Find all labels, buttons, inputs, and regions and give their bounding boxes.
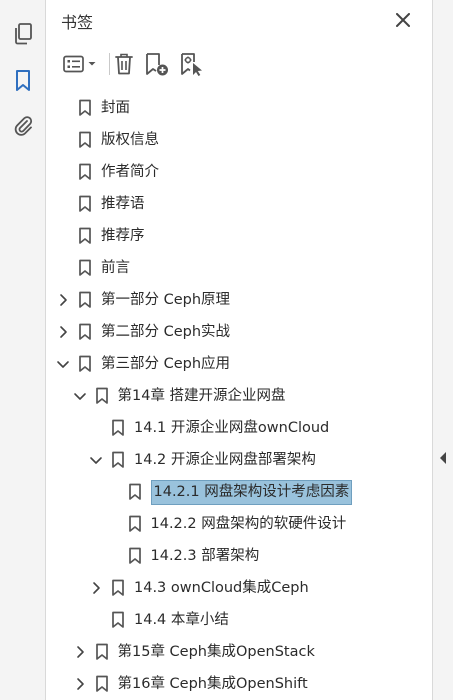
bookmark-icon	[79, 323, 91, 340]
bookmark-label: 14.2 开源企业网盘部署架构	[134, 452, 316, 468]
bookmark-label: 第16章 Ceph集成OpenShift	[117, 676, 308, 692]
bookmark-item[interactable]: 第二部分 Ceph实战	[46, 316, 432, 348]
bookmark-icon	[95, 675, 108, 692]
options-list-icon	[62, 55, 84, 73]
bookmark-item[interactable]: 14.1 开源企业网盘ownCloud	[46, 412, 432, 444]
bookmark-item[interactable]: 前言	[46, 252, 432, 284]
bookmark-item[interactable]: 14.3 ownCloud集成Ceph	[46, 572, 432, 604]
bookmark-item[interactable]: 第15章 Ceph集成OpenStack	[46, 636, 432, 668]
bookmark-icon	[95, 643, 108, 660]
bookmark-item[interactable]: 推荐语	[46, 188, 432, 220]
pane-divider[interactable]	[432, 0, 453, 700]
bookmark-label: 版权信息	[101, 132, 159, 148]
bookmark-icon	[112, 579, 124, 596]
bookmark-icon	[79, 227, 91, 244]
bookmark-icon	[128, 483, 141, 500]
bookmark-icon	[79, 99, 91, 116]
chevron-right-icon	[60, 326, 67, 338]
bookmark-label: 14.2.3 部署架构	[150, 548, 260, 564]
panel-title: 书签	[61, 13, 94, 32]
bookmark-icon	[79, 163, 91, 180]
bookmark-icon	[112, 451, 124, 468]
chevron-down-icon	[88, 62, 95, 66]
chevron-right-icon	[93, 582, 100, 594]
bookmark-icon	[79, 355, 91, 372]
expand-toggle-collapsed[interactable]	[73, 644, 87, 660]
bookmark-item[interactable]: 14.2.1 网盘架构设计考虑因素	[46, 476, 432, 508]
add-bookmark-icon	[146, 53, 168, 76]
bookmarks-button[interactable]	[9, 67, 37, 95]
bookmark-icon	[112, 419, 124, 436]
chevron-right-icon	[76, 646, 84, 658]
new-bookmark-from-structure-button[interactable]	[178, 50, 204, 78]
bookmark-item[interactable]: 第三部分 Ceph应用	[46, 348, 432, 380]
pages-icon	[15, 23, 32, 45]
bookmark-icon	[79, 259, 91, 276]
bookmark-label: 第15章 Ceph集成OpenStack	[117, 644, 315, 660]
bookmark-cursor-icon	[181, 53, 202, 76]
bookmark-item[interactable]: 14.2.3 部署架构	[46, 540, 432, 572]
trash-icon	[115, 53, 133, 75]
bookmark-label: 14.3 ownCloud集成Ceph	[134, 580, 309, 596]
expand-toggle-collapsed[interactable]	[56, 292, 70, 308]
bookmark-icon	[128, 515, 141, 532]
bookmark-label: 14.2.1 网盘架构设计考虑因素	[150, 480, 353, 505]
bookmark-label: 第一部分 Ceph原理	[101, 292, 231, 308]
bookmark-label: 14.4 本章小结	[134, 612, 229, 628]
bookmark-icon	[16, 70, 30, 91]
attachment-icon	[14, 116, 33, 136]
bookmark-item[interactable]: 14.4 本章小结	[46, 604, 432, 636]
bookmark-label: 14.1 开源企业网盘ownCloud	[134, 420, 330, 436]
panel-header: 书签	[46, 0, 432, 40]
bookmark-item[interactable]: 第一部分 Ceph原理	[46, 284, 432, 316]
chevron-down-icon	[90, 457, 102, 464]
bookmark-label: 前言	[101, 260, 130, 276]
bookmark-item[interactable]: 封面	[46, 92, 432, 124]
navigation-rail	[0, 0, 46, 700]
bookmark-label: 推荐序	[101, 228, 145, 244]
bookmarks-toolbar	[46, 40, 432, 86]
chevron-right-icon	[76, 678, 84, 690]
chevron-down-icon	[57, 361, 69, 368]
bookmark-icon	[128, 547, 141, 564]
bookmark-label: 第14章 搭建开源企业网盘	[117, 388, 286, 404]
delete-bookmark-button[interactable]	[112, 50, 136, 78]
toolbar-divider	[109, 53, 110, 75]
new-bookmark-button[interactable]	[144, 50, 170, 78]
chevron-down-icon	[73, 393, 86, 400]
chevron-right-icon	[60, 294, 67, 306]
bookmark-item[interactable]: 14.2 开源企业网盘部署架构	[46, 444, 432, 476]
options-menu-button[interactable]	[60, 50, 98, 78]
bookmark-label: 封面	[101, 100, 130, 116]
attachments-button[interactable]	[9, 112, 37, 140]
bookmark-label: 作者简介	[101, 164, 159, 180]
expand-toggle-expanded[interactable]	[89, 452, 103, 468]
expand-toggle-collapsed[interactable]	[89, 580, 103, 596]
page-thumbnails-button[interactable]	[9, 20, 37, 48]
collapse-panel-icon[interactable]	[438, 451, 448, 465]
expand-toggle-collapsed[interactable]	[73, 676, 87, 692]
bookmark-item[interactable]: 第16章 Ceph集成OpenShift	[46, 668, 432, 700]
bookmark-icon	[79, 291, 91, 308]
close-icon	[396, 13, 410, 27]
bookmark-icon	[79, 195, 91, 212]
expand-toggle-expanded[interactable]	[56, 356, 70, 372]
bookmark-label: 14.2.2 网盘架构的软硬件设计	[150, 516, 347, 532]
bookmark-icon	[112, 611, 124, 628]
close-button[interactable]	[392, 9, 414, 31]
bookmark-item[interactable]: 作者简介	[46, 156, 432, 188]
bookmark-label: 第三部分 Ceph应用	[101, 356, 231, 372]
bookmarks-panel: 书签 封面 版权信息 作者简介 推荐语 推荐序 前言 第一部分 Ceph原理 第…	[46, 0, 432, 700]
bookmark-label: 第二部分 Ceph实战	[101, 324, 231, 340]
bookmark-item[interactable]: 推荐序	[46, 220, 432, 252]
bookmark-item[interactable]: 版权信息	[46, 124, 432, 156]
expand-toggle-collapsed[interactable]	[56, 324, 70, 340]
bookmark-icon	[95, 387, 108, 404]
bookmark-item[interactable]: 第14章 搭建开源企业网盘	[46, 380, 432, 412]
expand-toggle-expanded[interactable]	[73, 388, 87, 404]
bookmark-icon	[79, 131, 91, 148]
bookmark-item[interactable]: 14.2.2 网盘架构的软硬件设计	[46, 508, 432, 540]
bookmark-label: 推荐语	[101, 196, 145, 212]
